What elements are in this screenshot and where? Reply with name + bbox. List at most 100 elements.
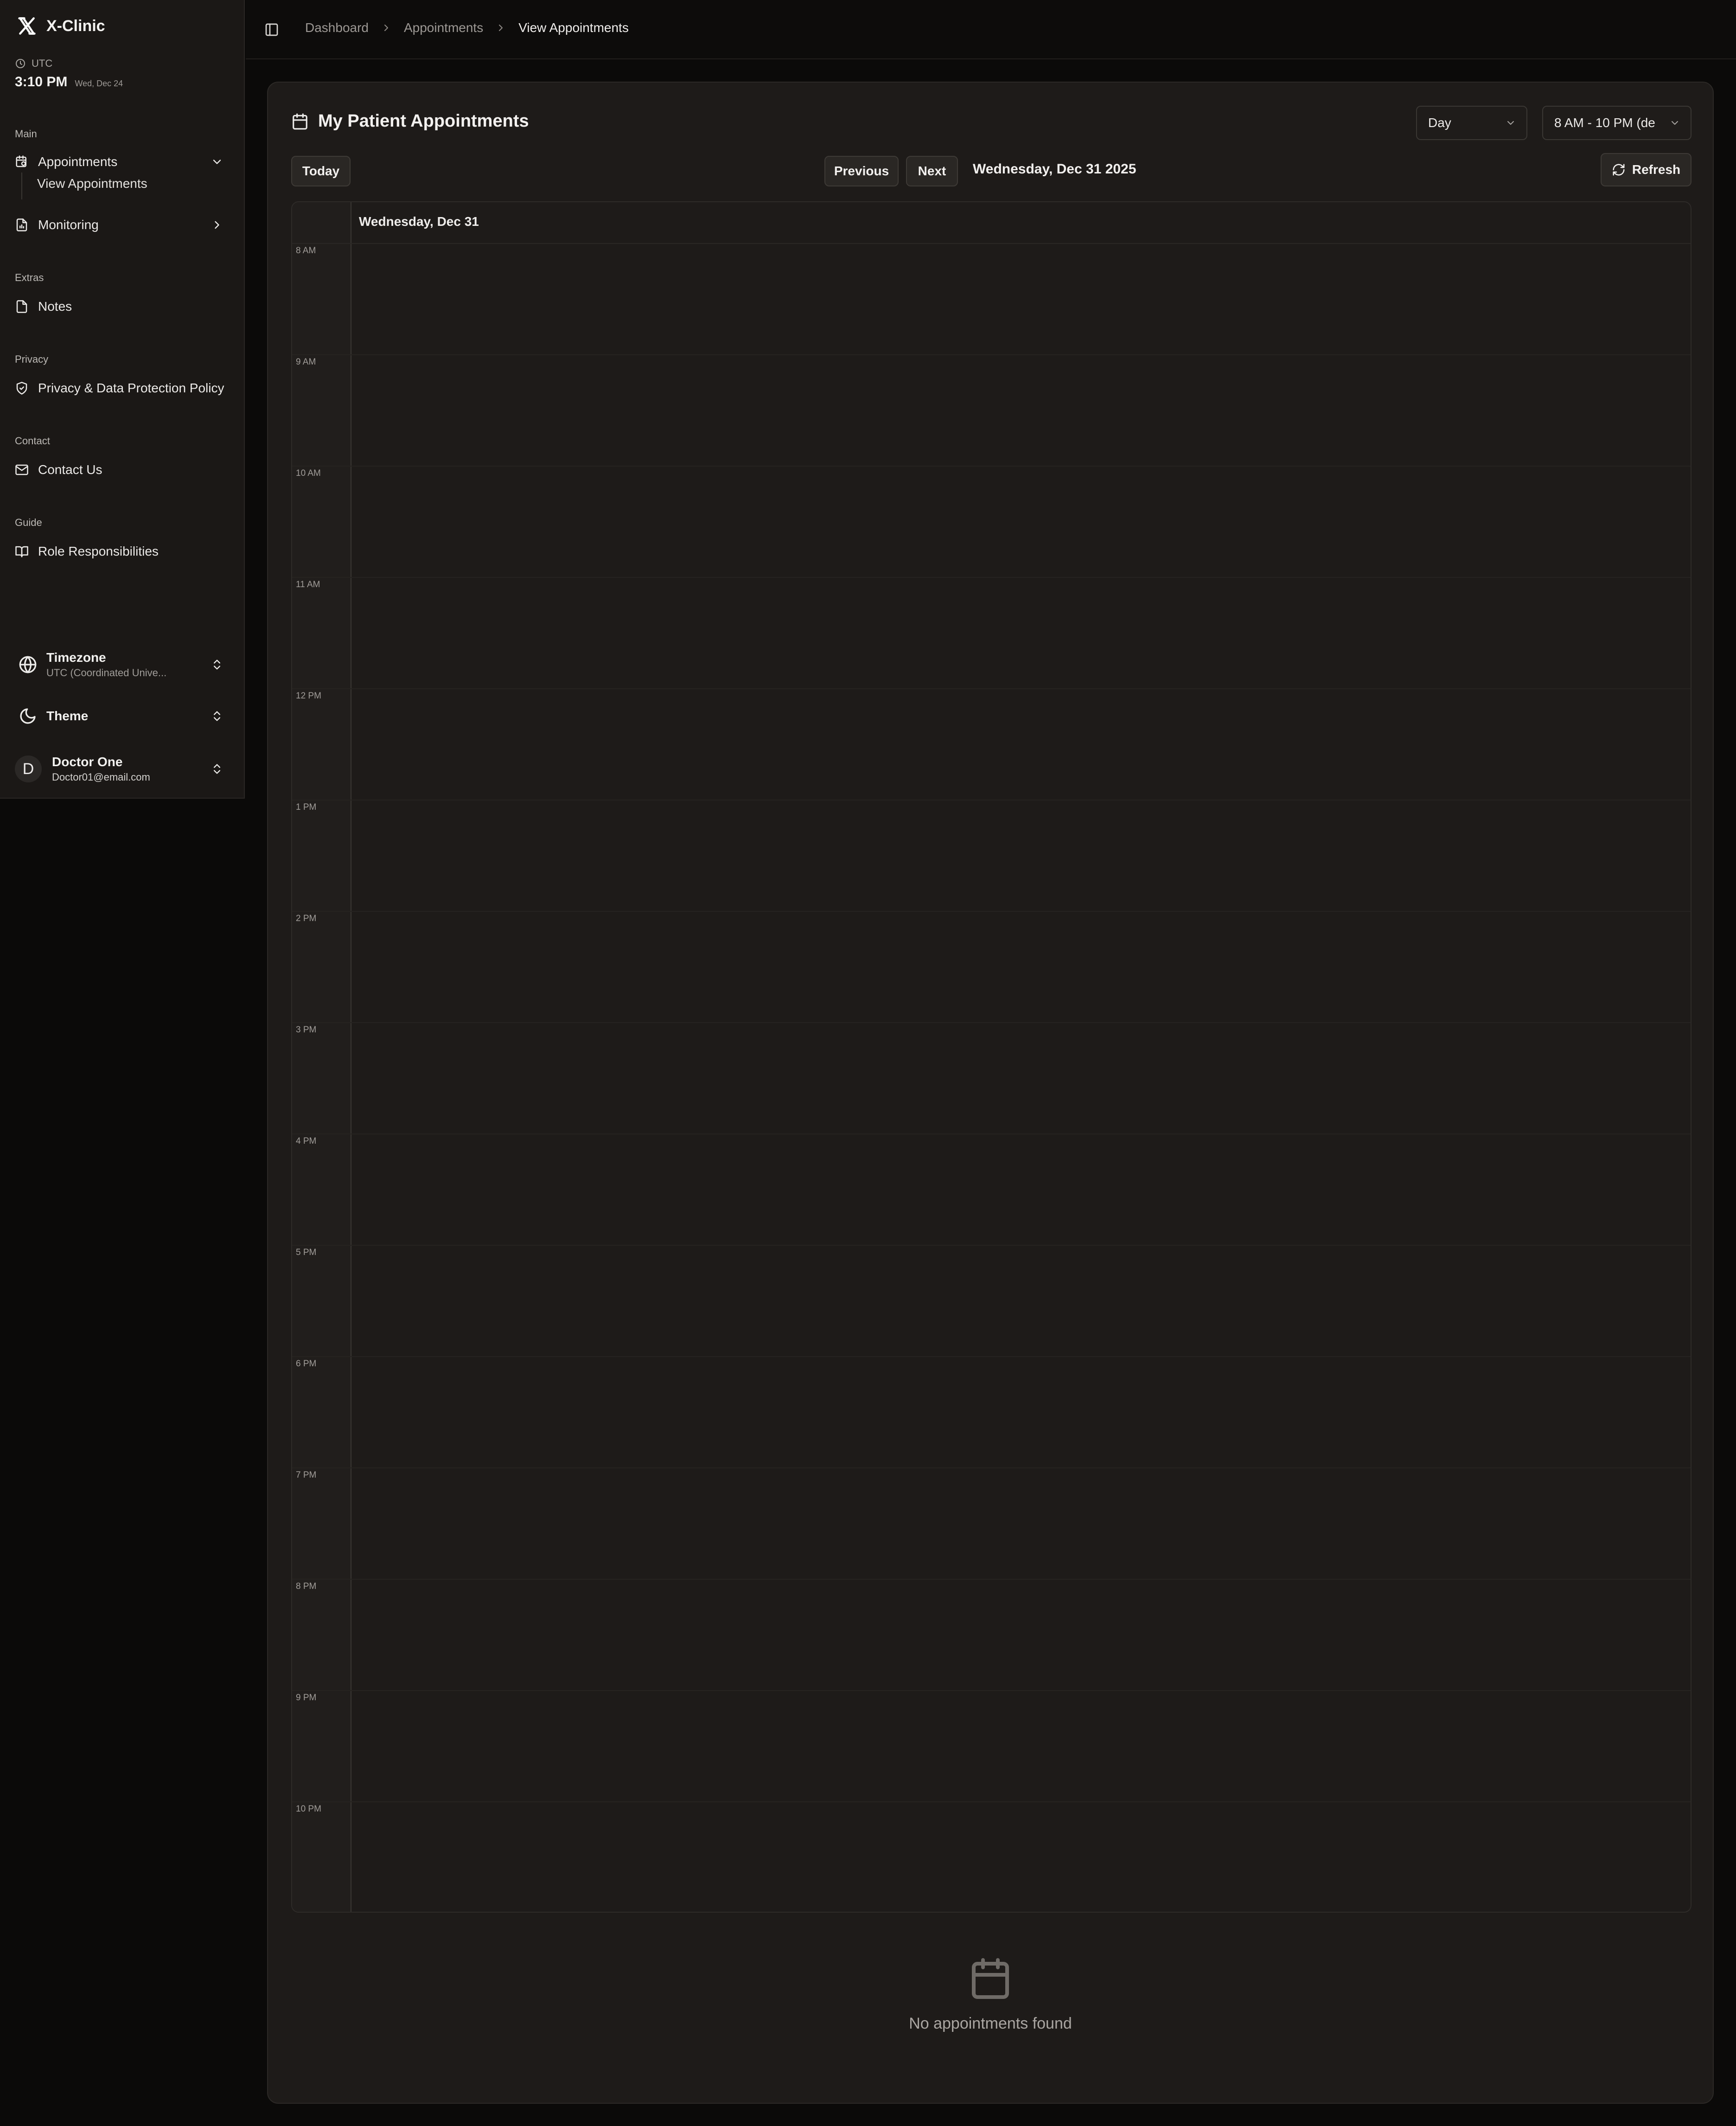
breadcrumb-dashboard[interactable]: Dashboard [305, 20, 369, 35]
hour-label: 6 PM [296, 1359, 317, 1369]
submenu-line [21, 173, 22, 199]
hour-label: 10 PM [296, 1804, 321, 1814]
hour-label: 5 PM [296, 1248, 317, 1257]
hour-slot[interactable]: 10 PM [292, 1802, 1691, 1912]
hour-slot[interactable]: 6 PM [292, 1357, 1691, 1468]
refresh-button[interactable]: Refresh [1601, 153, 1691, 186]
hour-label: 1 PM [296, 802, 317, 812]
group-label-privacy: Privacy [15, 353, 49, 365]
hour-label: 8 AM [296, 246, 316, 256]
globe-icon [19, 655, 37, 674]
hour-slot[interactable]: 2 PM [292, 912, 1691, 1023]
view-select-value: Day [1428, 115, 1451, 130]
file-chart-icon [15, 218, 29, 232]
user-menu[interactable]: D Doctor One Doctor01@email.com [9, 752, 236, 786]
view-select[interactable]: Day [1416, 106, 1527, 140]
chevrons-up-down-icon [211, 658, 223, 671]
next-button[interactable]: Next [906, 156, 958, 186]
breadcrumb-appointments[interactable]: Appointments [404, 20, 483, 35]
user-name: Doctor One [52, 755, 123, 769]
sidebar-item-contact-us[interactable]: Contact Us [9, 455, 236, 484]
sidebar-item-label: Notes [38, 299, 72, 314]
timezone-title: Timezone [46, 650, 106, 665]
calendar-icon [291, 113, 309, 130]
breadcrumb: Dashboard Appointments View Appointments [305, 20, 629, 35]
theme-selector[interactable]: Theme [9, 703, 236, 729]
appointments-card: My Patient Appointments Day 8 AM - 10 PM… [267, 82, 1714, 2104]
hours-select[interactable]: 8 AM - 10 PM (de [1542, 106, 1691, 140]
hour-label: 9 AM [296, 357, 316, 367]
hour-slot[interactable]: 9 PM [292, 1691, 1691, 1802]
mail-icon [15, 463, 29, 477]
sidebar-item-role-responsibilities[interactable]: Role Responsibilities [9, 537, 236, 566]
clock-timezone: UTC [15, 58, 52, 70]
sidebar-toggle-icon[interactable] [262, 19, 282, 40]
file-icon [15, 300, 29, 314]
hour-slot[interactable]: 12 PM [292, 689, 1691, 800]
clock: 3:10 PM Wed, Dec 24 [15, 74, 123, 90]
current-date: Wednesday, Dec 31 2025 [973, 161, 1136, 177]
clock-icon [15, 58, 26, 69]
page-title: My Patient Appointments [318, 111, 529, 131]
hour-label: 12 PM [296, 691, 321, 701]
today-button[interactable]: Today [291, 156, 351, 186]
chevron-right-icon [495, 22, 506, 33]
hour-label: 10 AM [296, 468, 321, 478]
hour-slot[interactable]: 4 PM [292, 1134, 1691, 1246]
chevron-right-icon [211, 218, 223, 231]
x-logo-icon [17, 16, 37, 36]
chevron-down-icon [1669, 117, 1680, 128]
sidebar-item-label: Privacy & Data Protection Policy [38, 381, 224, 395]
chevrons-up-down-icon [211, 710, 223, 723]
clock-time: 3:10 PM [15, 74, 68, 90]
calendar-icon [968, 1956, 1013, 2001]
hour-slot[interactable]: 1 PM [292, 800, 1691, 912]
brand[interactable]: X-Clinic [17, 16, 105, 36]
sidebar-item-appointments[interactable]: Appointments [9, 147, 236, 176]
group-label-guide: Guide [15, 517, 42, 528]
hour-label: 4 PM [296, 1136, 317, 1146]
sidebar-item-notes[interactable]: Notes [9, 292, 236, 321]
hour-slot[interactable]: 8 AM [292, 244, 1691, 355]
sidebar-item-label: Appointments [38, 154, 118, 169]
timezone-value: UTC (Coordinated Unive... [46, 667, 167, 679]
sidebar: X-Clinic UTC 3:10 PM Wed, Dec 24 Main Ap… [0, 0, 245, 799]
card-header: My Patient Appointments [291, 111, 529, 131]
group-label-contact: Contact [15, 435, 50, 447]
hour-slot[interactable]: 3 PM [292, 1023, 1691, 1134]
day-calendar: Wednesday, Dec 31 8 AM 9 AM 10 AM 11 AM 12 P… [291, 201, 1691, 1913]
hour-label: 2 PM [296, 914, 317, 923]
hours-select-value: 8 AM - 10 PM (de [1554, 115, 1655, 130]
sidebar-item-monitoring[interactable]: Monitoring [9, 211, 236, 239]
hour-slot[interactable]: 11 AM [292, 578, 1691, 689]
hour-slot[interactable]: 10 AM [292, 467, 1691, 578]
hour-slot[interactable]: 7 PM [292, 1468, 1691, 1580]
sidebar-item-label: Monitoring [38, 218, 99, 232]
shield-check-icon [15, 381, 29, 395]
chevron-down-icon [1505, 117, 1516, 128]
sidebar-item-view-appointments[interactable]: View Appointments [37, 176, 147, 191]
moon-icon [19, 707, 37, 725]
empty-state: No appointments found [268, 1956, 1713, 2033]
hour-label: 3 PM [296, 1025, 317, 1035]
chevron-right-icon [381, 22, 392, 33]
chevron-down-icon [211, 155, 223, 168]
hour-label: 9 PM [296, 1693, 317, 1703]
clock-date: Wed, Dec 24 [75, 79, 123, 88]
hour-slot[interactable]: 9 AM [292, 355, 1691, 467]
clock-timezone-label: UTC [32, 58, 53, 69]
calendar-clock-icon [15, 155, 29, 169]
avatar: D [15, 756, 42, 782]
sidebar-item-privacy-policy[interactable]: Privacy & Data Protection Policy [9, 374, 236, 403]
hour-slot[interactable]: 5 PM [292, 1246, 1691, 1357]
user-email: Doctor01@email.com [52, 771, 150, 783]
hour-slot[interactable]: 8 PM [292, 1580, 1691, 1691]
calendar-header: Wednesday, Dec 31 [292, 202, 1691, 244]
group-label-main: Main [15, 128, 37, 140]
previous-button[interactable]: Previous [824, 156, 899, 186]
timezone-selector[interactable]: Timezone UTC (Coordinated Unive... [9, 648, 236, 681]
group-label-extras: Extras [15, 272, 44, 283]
hour-label: 7 PM [296, 1470, 317, 1480]
sidebar-item-label: Role Responsibilities [38, 544, 159, 558]
hour-label: 8 PM [296, 1582, 317, 1591]
